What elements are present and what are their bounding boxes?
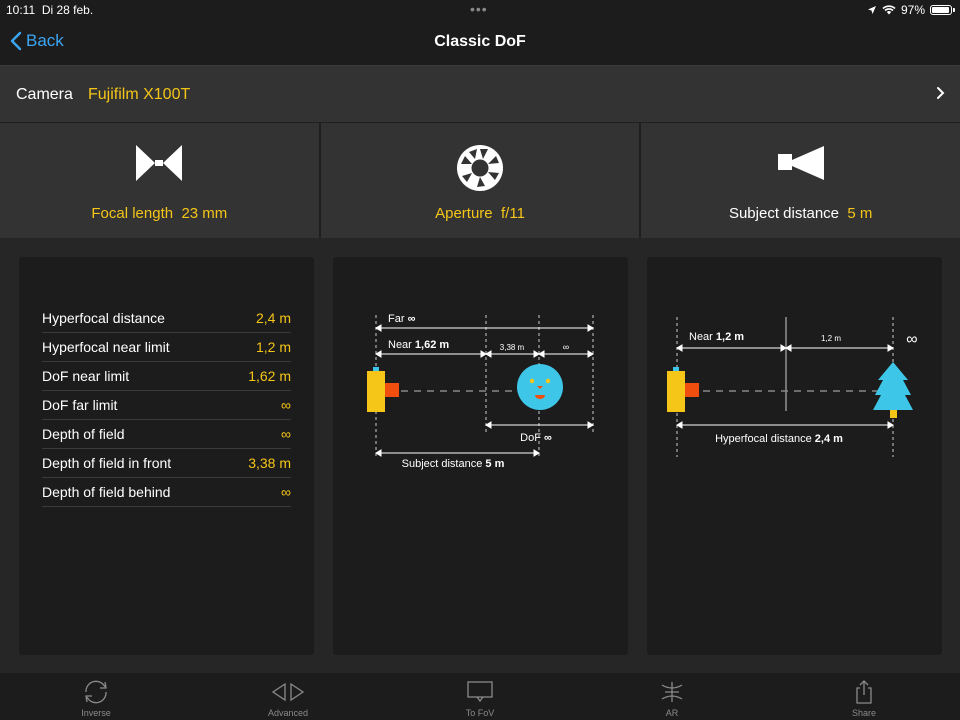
svg-text:DoF ∞: DoF ∞ [520,432,552,444]
result-label: Depth of field behind [42,484,171,500]
chevron-right-icon [937,87,945,99]
status-bar: 10:11 Di 28 feb. ••• 97% [0,0,960,20]
dof-value: ∞ [544,432,552,444]
far-value: ∞ [408,313,416,325]
dof-diagram-panel: Far ∞ Near 1,62 m 3,38 m ∞ DoF ∞ Subject… [333,257,628,655]
status-time: 10:11 Di 28 feb. [6,3,94,17]
fov-icon [467,681,493,703]
result-row: Depth of field behind ∞ [42,478,291,507]
near-label-2: Near [689,331,713,343]
aperture-label: Aperture [435,205,493,222]
results-panel: Hyperfocal distance 2,4 m Hyperfocal near … [19,257,314,655]
result-label: Depth of field [42,426,125,442]
camera-body [367,371,385,412]
tab-to-fov-label: To FoV [465,708,495,718]
result-label: Hyperfocal distance [42,310,165,326]
behind-value: ∞ [563,342,569,352]
advanced-icon [271,682,305,702]
tab-ar-label: AR [665,708,679,718]
tab-ar[interactable]: AR [576,673,768,720]
result-label: Depth of field in front [42,455,172,471]
result-label: Hyperfocal near limit [42,339,170,355]
hyperfocal-value: 2,4 m [815,433,843,445]
camera-label: Camera [16,86,73,103]
parameter-tiles: Focal length 23 mm Aperture f/11 Subject… [0,123,960,238]
result-row: Depth of field ∞ [42,420,291,449]
share-icon [856,680,872,704]
camera-value: Fujifilm X100T [88,86,191,103]
result-value: 1,2 m [255,339,291,355]
tab-to-fov[interactable]: To FoV [384,673,576,720]
battery-icon [930,5,955,15]
result-value: ∞ [281,397,291,413]
camera-selector[interactable]: Camera Fujifilm X100T [0,66,960,123]
page-title: Classic DoF [434,33,526,50]
svg-text:Near 1,62 m: Near 1,62 m [388,339,449,351]
navigation-bar: Back Classic DoF [0,20,960,66]
subject-distance-value: 5 m [847,205,873,222]
near-value: 1,62 m [415,339,449,351]
svg-text:Near 1,2 m: Near 1,2 m [689,331,744,343]
dof-label: DoF [520,432,541,444]
infinity-symbol: ∞ [906,331,917,348]
inverse-icon [85,680,107,704]
location-icon [867,6,876,14]
result-row: Depth of field in front 3,38 m [42,449,291,478]
subject-distance-label: Subject distance [728,205,840,222]
focal-length-tile[interactable]: Focal length 23 mm [0,123,319,238]
tab-bar: Inverse Advanced To FoV AR Share [0,673,960,720]
front-value: 3,38 m [500,343,525,352]
result-row: Hyperfocal near limit 1,2 m [42,333,291,362]
result-value: 2,4 m [255,310,291,326]
results-list: Hyperfocal distance 2,4 m Hyperfocal near … [42,304,291,507]
aperture-tile[interactable]: Aperture f/11 [320,123,640,238]
result-row: DoF far limit ∞ [42,391,291,420]
focal-length-value: 23 mm [181,205,228,222]
hyperfocal-diagram: Near 1,2 m 1,2 m ∞ Hyperfocal distance 2… [667,317,918,457]
result-value: 1,62 m [248,368,291,384]
svg-text:Far ∞: Far ∞ [388,313,416,325]
lens-2 [685,383,699,397]
subject-distance-tile[interactable]: Subject distance 5 m [641,123,960,238]
result-label: DoF near limit [42,368,130,384]
subject-distance-caption: Subject distance [402,458,483,470]
result-row: DoF near limit 1,62 m [42,362,291,391]
result-value: ∞ [281,426,291,442]
dof-diagram: Far ∞ Near 1,62 m 3,38 m ∞ DoF ∞ Subject… [367,313,594,470]
result-label: DoF far limit [42,397,118,413]
tab-advanced[interactable]: Advanced [192,673,384,720]
aperture-value: f/11 [501,205,525,222]
aperture-icon [457,145,503,191]
subject-distance-caption-value: 5 m [485,458,504,470]
face-icon [517,364,563,410]
far-label: Far [388,313,405,325]
wifi-icon [882,5,896,15]
svg-text:Subject distance 5 m: Subject distance 5 m [402,458,505,470]
camera-icon [777,146,824,180]
result-value: ∞ [281,484,291,500]
tab-advanced-label: Advanced [267,708,309,718]
tab-share[interactable]: Share [768,673,960,720]
tab-inverse[interactable]: Inverse [0,673,192,720]
svg-text:Hyperfocal distance 2,4 m: Hyperfocal distance 2,4 m [715,433,843,445]
tree-icon [873,362,913,418]
mid-value: 1,2 m [821,334,841,343]
tab-share-label: Share [851,708,877,718]
hyperfocal-diagram-panel: Near 1,2 m 1,2 m ∞ Hyperfocal distance 2… [647,257,942,655]
result-row: Hyperfocal distance 2,4 m [42,304,291,333]
focal-length-label: Focal length [91,205,174,222]
camera-body-2 [667,371,685,412]
ar-icon [661,682,683,702]
result-value: 3,38 m [248,455,291,471]
hyperfocal-label: Hyperfocal distance [715,433,812,445]
multitask-dots[interactable]: ••• [470,1,488,17]
near-value-2: 1,2 m [716,331,744,343]
lens [385,383,399,397]
tab-inverse-label: Inverse [81,708,111,718]
near-label: Near [388,339,412,351]
battery-fill [932,7,949,13]
battery-percent: 97% [900,3,925,17]
focal-length-icon [136,145,183,181]
